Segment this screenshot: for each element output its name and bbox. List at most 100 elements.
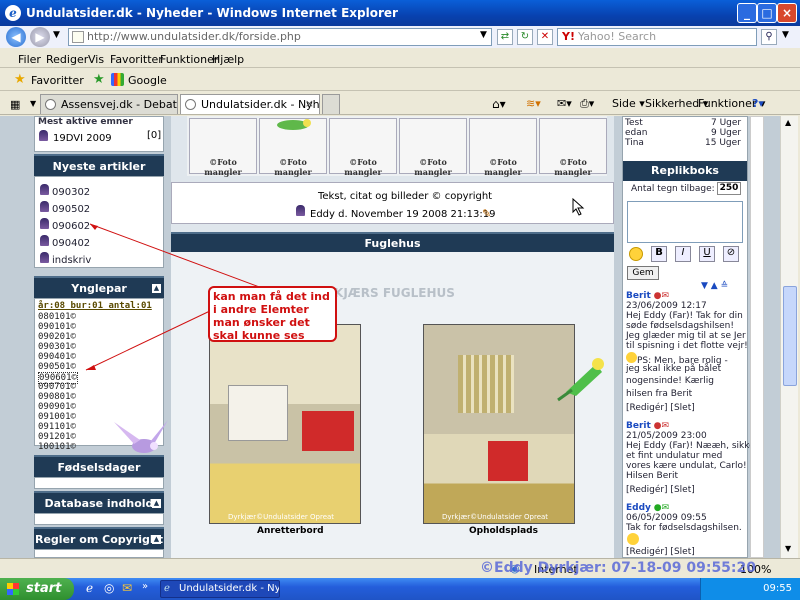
member-age: 9 Uger: [711, 128, 742, 138]
ynglepar-item[interactable]: 091201©: [38, 432, 76, 442]
search-input[interactable]: Y! Yahoo! Search: [557, 28, 757, 46]
refresh-icon[interactable]: ↻: [517, 29, 533, 45]
close-button[interactable]: ×: [777, 3, 797, 23]
menu-edit[interactable]: Rediger: [46, 53, 88, 66]
article-link[interactable]: 090502: [52, 204, 90, 215]
windows-logo-icon: [7, 583, 19, 595]
ynglepar-header-link[interactable]: år:08 bur:01 antal:01: [38, 301, 152, 311]
tab-assensvej[interactable]: Assensvej.dk - Debatforum: ...: [40, 94, 178, 114]
quicklaunch-expand-icon[interactable]: »: [142, 581, 148, 592]
edit-pencil-icon[interactable]: ✎: [482, 207, 491, 220]
search-options-icon[interactable]: ▼: [782, 30, 789, 40]
scroll-down-icon[interactable]: ▼: [785, 544, 791, 553]
articles-header: Nyeste artikler: [34, 154, 164, 176]
help-icon[interactable]: ?▾: [752, 97, 764, 110]
bold-icon[interactable]: B: [651, 246, 667, 262]
shoutbox-scrollbar[interactable]: [750, 116, 764, 558]
taskbar: start ℯ ◎ ✉ » ℯUndulatsider.dk - Nyh... …: [0, 578, 800, 600]
menu-help[interactable]: Hjælp: [212, 53, 244, 66]
edit-delete-links[interactable]: [Redigér] [Slet]: [626, 403, 695, 413]
ie-quicklaunch-icon[interactable]: ℯ: [86, 581, 93, 595]
ynglepar-item[interactable]: 090101©: [38, 322, 76, 332]
menu-bar: Filer Rediger Vis Favoritter Funktioner …: [0, 50, 800, 68]
search-icon[interactable]: ⚲: [761, 29, 777, 45]
mail-quicklaunch-icon[interactable]: ✉: [122, 581, 132, 595]
firefox-quicklaunch-icon[interactable]: ◎: [104, 581, 114, 595]
close-tab-icon[interactable]: ×: [305, 97, 314, 110]
read-mail-icon[interactable]: ✉▾: [557, 97, 572, 110]
scroll-arrows-icon[interactable]: ▼ ▲ ≙: [701, 281, 728, 291]
compatibility-icon[interactable]: ⇄: [497, 29, 513, 45]
collapse-icon[interactable]: ▲: [152, 535, 161, 544]
most-active-item[interactable]: 19DVI 2009: [53, 133, 112, 144]
smiley-icon[interactable]: [629, 247, 643, 261]
missing-photo[interactable]: ©Foto mangler: [469, 118, 537, 177]
ynglepar-item[interactable]: 090301©: [38, 342, 76, 352]
maximize-button[interactable]: □: [757, 3, 777, 23]
address-field[interactable]: http://www.undulatsider.dk/forside.php: [68, 28, 492, 46]
collapse-icon[interactable]: ▲: [152, 499, 161, 508]
quick-tabs-icon[interactable]: ▦: [10, 98, 20, 111]
ynglepar-item[interactable]: 091001©: [38, 412, 76, 422]
article-link[interactable]: indskriv: [52, 255, 91, 266]
google-link[interactable]: Google: [128, 74, 167, 87]
new-tab-button[interactable]: [322, 94, 340, 114]
missing-photo[interactable]: ©Foto mangler: [189, 118, 257, 177]
missing-photo[interactable]: ©Foto mangler: [539, 118, 607, 177]
home-icon[interactable]: ⌂▾: [492, 97, 506, 111]
minimize-button[interactable]: _: [737, 3, 757, 23]
collapse-icon[interactable]: ▲: [152, 284, 161, 293]
message-author[interactable]: Berit ●✉: [626, 421, 669, 431]
article-link[interactable]: 090402: [52, 238, 90, 249]
ynglepar-item[interactable]: 090801©: [38, 392, 76, 402]
link-icon[interactable]: ⊘: [723, 246, 739, 262]
start-button[interactable]: start: [0, 578, 74, 600]
print-icon[interactable]: ⎙▾: [580, 97, 594, 111]
back-button[interactable]: ◀: [6, 27, 26, 47]
scroll-thumb[interactable]: [783, 286, 797, 386]
photo-anretterbord[interactable]: Dyrkjær©Undulatsider Opreat: [209, 324, 361, 524]
ynglepar-item[interactable]: 090201©: [38, 332, 76, 342]
tab-undulatsider[interactable]: Undulatsider.dk - Nyheder×: [180, 94, 320, 114]
tab-list-icon[interactable]: ▼: [30, 99, 36, 108]
missing-photo[interactable]: ©Foto mangler: [399, 118, 467, 177]
clock[interactable]: 09:55: [763, 583, 792, 594]
stop-icon[interactable]: ✕: [537, 29, 553, 45]
edit-delete-links[interactable]: [Redigér] [Slet]: [626, 485, 695, 495]
photo-opholdsplads[interactable]: Dyrkjær©Undulatsider Opreat: [423, 324, 575, 524]
ynglepar-item[interactable]: 100101©: [38, 442, 76, 452]
ynglepar-item[interactable]: 090701©: [38, 382, 76, 392]
feeds-icon[interactable]: ≋▾: [526, 97, 541, 110]
page-scrollbar[interactable]: ▲ ▼: [780, 116, 798, 558]
scroll-up-icon[interactable]: ▲: [785, 118, 791, 127]
ynglepar-item[interactable]: 090901©: [38, 402, 76, 412]
send-button[interactable]: Gem: [627, 266, 659, 280]
message-author[interactable]: Berit ●✉: [626, 291, 669, 301]
edit-delete-links[interactable]: [Redigér] [Slet]: [626, 547, 695, 557]
right-column: Test 7 Uger edan 9 Uger Tina 15 Uger Rep…: [622, 116, 755, 558]
ynglepar-item[interactable]: 091101©: [38, 422, 76, 432]
ynglepar-item[interactable]: 080101©: [38, 312, 76, 322]
article-link[interactable]: 090302: [52, 187, 90, 198]
menu-view[interactable]: Vis: [88, 53, 104, 66]
menu-favorites[interactable]: Favoritter: [110, 53, 163, 66]
menu-tools[interactable]: Funktioner: [160, 53, 218, 66]
add-favorite-icon[interactable]: ★: [93, 72, 105, 87]
italic-icon[interactable]: I: [675, 246, 691, 262]
shout-input[interactable]: [627, 201, 743, 243]
ynglepar-item[interactable]: 090501©: [38, 362, 76, 372]
message-line: Hej Eddy (Far)! Nææh, sikke: [626, 441, 755, 451]
missing-photo[interactable]: ©Foto mangler: [329, 118, 397, 177]
favorites-button[interactable]: Favoritter: [31, 74, 84, 87]
taskbar-task[interactable]: ℯ Undulatsider.dk - Nyh...: [160, 580, 280, 598]
message-author[interactable]: Eddy ●✉: [626, 503, 669, 513]
underline-icon[interactable]: U: [699, 246, 715, 262]
history-dropdown-icon[interactable]: ▼: [53, 30, 60, 40]
forward-button[interactable]: ▶: [30, 27, 50, 47]
address-dropdown-icon[interactable]: ▼: [480, 30, 487, 40]
page-menu[interactable]: Side ▾: [612, 97, 645, 110]
menu-file[interactable]: Filer: [18, 53, 41, 66]
article-link[interactable]: 090602: [52, 221, 90, 232]
ynglepar-item[interactable]: 090401©: [38, 352, 76, 362]
tab-label: Assensvej.dk - Debatforum: ...: [61, 98, 177, 111]
